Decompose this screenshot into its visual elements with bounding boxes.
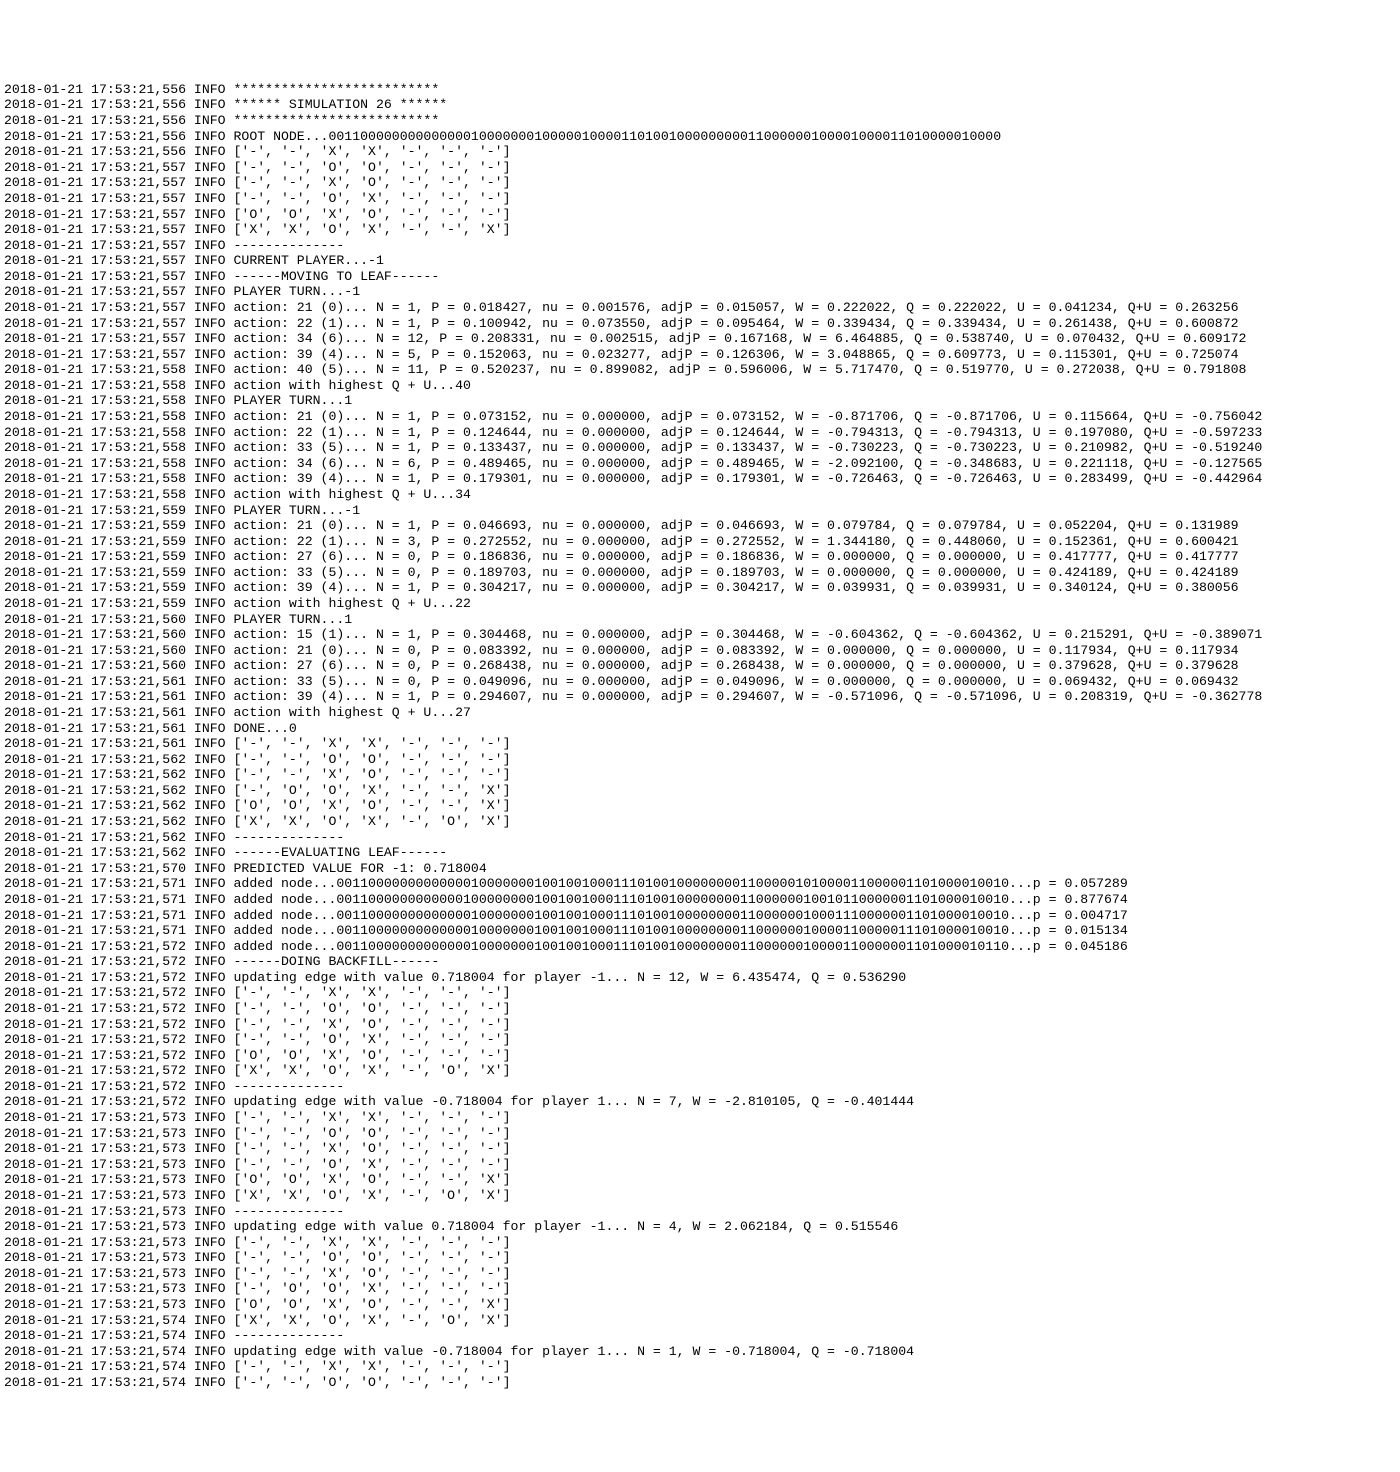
log-line: 2018-01-21 17:53:21,557 INFO -----------… <box>4 238 1396 254</box>
log-line: 2018-01-21 17:53:21,558 INFO action: 21 … <box>4 409 1396 425</box>
log-line: 2018-01-21 17:53:21,574 INFO ['X', 'X', … <box>4 1313 1396 1329</box>
log-line: 2018-01-21 17:53:21,573 INFO ['-', '-', … <box>4 1157 1396 1173</box>
log-line: 2018-01-21 17:53:21,572 INFO ['-', '-', … <box>4 1032 1396 1048</box>
log-line: 2018-01-21 17:53:21,558 INFO action with… <box>4 487 1396 503</box>
log-line: 2018-01-21 17:53:21,573 INFO ['-', '-', … <box>4 1250 1396 1266</box>
log-line: 2018-01-21 17:53:21,560 INFO action: 15 … <box>4 627 1396 643</box>
log-line: 2018-01-21 17:53:21,557 INFO ['O', 'O', … <box>4 207 1396 223</box>
log-line: 2018-01-21 17:53:21,562 INFO ['-', '-', … <box>4 752 1396 768</box>
log-line: 2018-01-21 17:53:21,573 INFO ['X', 'X', … <box>4 1188 1396 1204</box>
log-line: 2018-01-21 17:53:21,559 INFO PLAYER TURN… <box>4 503 1396 519</box>
log-line: 2018-01-21 17:53:21,573 INFO ['-', '-', … <box>4 1110 1396 1126</box>
log-line: 2018-01-21 17:53:21,572 INFO ['-', '-', … <box>4 1017 1396 1033</box>
log-line: 2018-01-21 17:53:21,562 INFO ['X', 'X', … <box>4 814 1396 830</box>
log-line: 2018-01-21 17:53:21,573 INFO updating ed… <box>4 1219 1396 1235</box>
log-line: 2018-01-21 17:53:21,559 INFO action: 21 … <box>4 518 1396 534</box>
log-line: 2018-01-21 17:53:21,571 INFO added node.… <box>4 892 1396 908</box>
log-line: 2018-01-21 17:53:21,573 INFO ['O', 'O', … <box>4 1172 1396 1188</box>
log-line: 2018-01-21 17:53:21,558 INFO action with… <box>4 378 1396 394</box>
log-line: 2018-01-21 17:53:21,556 INFO ***********… <box>4 82 1396 98</box>
log-line: 2018-01-21 17:53:21,561 INFO action with… <box>4 705 1396 721</box>
log-line: 2018-01-21 17:53:21,559 INFO action: 22 … <box>4 534 1396 550</box>
log-line: 2018-01-21 17:53:21,558 INFO action: 40 … <box>4 362 1396 378</box>
log-line: 2018-01-21 17:53:21,574 INFO updating ed… <box>4 1344 1396 1360</box>
log-line: 2018-01-21 17:53:21,574 INFO -----------… <box>4 1328 1396 1344</box>
log-line: 2018-01-21 17:53:21,560 INFO action: 21 … <box>4 643 1396 659</box>
log-line: 2018-01-21 17:53:21,573 INFO ['-', '-', … <box>4 1141 1396 1157</box>
log-line: 2018-01-21 17:53:21,573 INFO ['-', 'O', … <box>4 1281 1396 1297</box>
log-line: 2018-01-21 17:53:21,556 INFO ***********… <box>4 113 1396 129</box>
log-line: 2018-01-21 17:53:21,572 INFO updating ed… <box>4 1094 1396 1110</box>
log-line: 2018-01-21 17:53:21,572 INFO ['-', '-', … <box>4 985 1396 1001</box>
log-line: 2018-01-21 17:53:21,557 INFO action: 22 … <box>4 316 1396 332</box>
log-line: 2018-01-21 17:53:21,559 INFO action: 33 … <box>4 565 1396 581</box>
log-line: 2018-01-21 17:53:21,556 INFO ['-', '-', … <box>4 144 1396 160</box>
log-line: 2018-01-21 17:53:21,572 INFO ------DOING… <box>4 954 1396 970</box>
log-line: 2018-01-21 17:53:21,558 INFO action: 33 … <box>4 440 1396 456</box>
log-line: 2018-01-21 17:53:21,557 INFO action: 21 … <box>4 300 1396 316</box>
log-line: 2018-01-21 17:53:21,557 INFO ------MOVIN… <box>4 269 1396 285</box>
log-line: 2018-01-21 17:53:21,558 INFO action: 39 … <box>4 471 1396 487</box>
log-line: 2018-01-21 17:53:21,572 INFO added node.… <box>4 939 1396 955</box>
log-line: 2018-01-21 17:53:21,561 INFO action: 33 … <box>4 674 1396 690</box>
log-line: 2018-01-21 17:53:21,573 INFO ['-', '-', … <box>4 1126 1396 1142</box>
log-line: 2018-01-21 17:53:21,558 INFO PLAYER TURN… <box>4 393 1396 409</box>
log-line: 2018-01-21 17:53:21,561 INFO ['-', '-', … <box>4 736 1396 752</box>
log-line: 2018-01-21 17:53:21,562 INFO ['-', 'O', … <box>4 783 1396 799</box>
log-line: 2018-01-21 17:53:21,556 INFO ROOT NODE..… <box>4 129 1396 145</box>
log-line: 2018-01-21 17:53:21,561 INFO DONE...0 <box>4 721 1396 737</box>
log-line: 2018-01-21 17:53:21,560 INFO PLAYER TURN… <box>4 612 1396 628</box>
log-line: 2018-01-21 17:53:21,574 INFO ['-', '-', … <box>4 1375 1396 1391</box>
log-line: 2018-01-21 17:53:21,573 INFO ['-', '-', … <box>4 1235 1396 1251</box>
log-line: 2018-01-21 17:53:21,557 INFO CURRENT PLA… <box>4 253 1396 269</box>
log-line: 2018-01-21 17:53:21,560 INFO action: 27 … <box>4 658 1396 674</box>
log-line: 2018-01-21 17:53:21,562 INFO ------EVALU… <box>4 845 1396 861</box>
log-line: 2018-01-21 17:53:21,557 INFO ['-', '-', … <box>4 175 1396 191</box>
log-line: 2018-01-21 17:53:21,573 INFO ['O', 'O', … <box>4 1297 1396 1313</box>
log-line: 2018-01-21 17:53:21,562 INFO -----------… <box>4 830 1396 846</box>
log-line: 2018-01-21 17:53:21,571 INFO added node.… <box>4 908 1396 924</box>
log-line: 2018-01-21 17:53:21,557 INFO ['-', '-', … <box>4 191 1396 207</box>
log-line: 2018-01-21 17:53:21,573 INFO ['-', '-', … <box>4 1266 1396 1282</box>
log-line: 2018-01-21 17:53:21,558 INFO action: 22 … <box>4 425 1396 441</box>
log-output: 2018-01-21 17:53:21,556 INFO ***********… <box>0 78 1400 1395</box>
log-line: 2018-01-21 17:53:21,572 INFO -----------… <box>4 1079 1396 1095</box>
log-line: 2018-01-21 17:53:21,557 INFO ['-', '-', … <box>4 160 1396 176</box>
log-line: 2018-01-21 17:53:21,571 INFO added node.… <box>4 923 1396 939</box>
log-line: 2018-01-21 17:53:21,571 INFO added node.… <box>4 876 1396 892</box>
log-line: 2018-01-21 17:53:21,559 INFO action with… <box>4 596 1396 612</box>
log-line: 2018-01-21 17:53:21,557 INFO action: 34 … <box>4 331 1396 347</box>
log-line: 2018-01-21 17:53:21,562 INFO ['-', '-', … <box>4 767 1396 783</box>
log-line: 2018-01-21 17:53:21,557 INFO ['X', 'X', … <box>4 222 1396 238</box>
log-line: 2018-01-21 17:53:21,557 INFO PLAYER TURN… <box>4 284 1396 300</box>
log-line: 2018-01-21 17:53:21,572 INFO updating ed… <box>4 970 1396 986</box>
log-line: 2018-01-21 17:53:21,574 INFO ['-', '-', … <box>4 1359 1396 1375</box>
log-line: 2018-01-21 17:53:21,572 INFO ['X', 'X', … <box>4 1063 1396 1079</box>
log-line: 2018-01-21 17:53:21,556 INFO ****** SIMU… <box>4 97 1396 113</box>
log-line: 2018-01-21 17:53:21,572 INFO ['-', '-', … <box>4 1001 1396 1017</box>
log-line: 2018-01-21 17:53:21,570 INFO PREDICTED V… <box>4 861 1396 877</box>
log-line: 2018-01-21 17:53:21,562 INFO ['O', 'O', … <box>4 798 1396 814</box>
log-line: 2018-01-21 17:53:21,561 INFO action: 39 … <box>4 689 1396 705</box>
log-line: 2018-01-21 17:53:21,572 INFO ['O', 'O', … <box>4 1048 1396 1064</box>
log-line: 2018-01-21 17:53:21,559 INFO action: 39 … <box>4 580 1396 596</box>
log-line: 2018-01-21 17:53:21,559 INFO action: 27 … <box>4 549 1396 565</box>
log-line: 2018-01-21 17:53:21,573 INFO -----------… <box>4 1204 1396 1220</box>
log-line: 2018-01-21 17:53:21,558 INFO action: 34 … <box>4 456 1396 472</box>
log-line: 2018-01-21 17:53:21,557 INFO action: 39 … <box>4 347 1396 363</box>
